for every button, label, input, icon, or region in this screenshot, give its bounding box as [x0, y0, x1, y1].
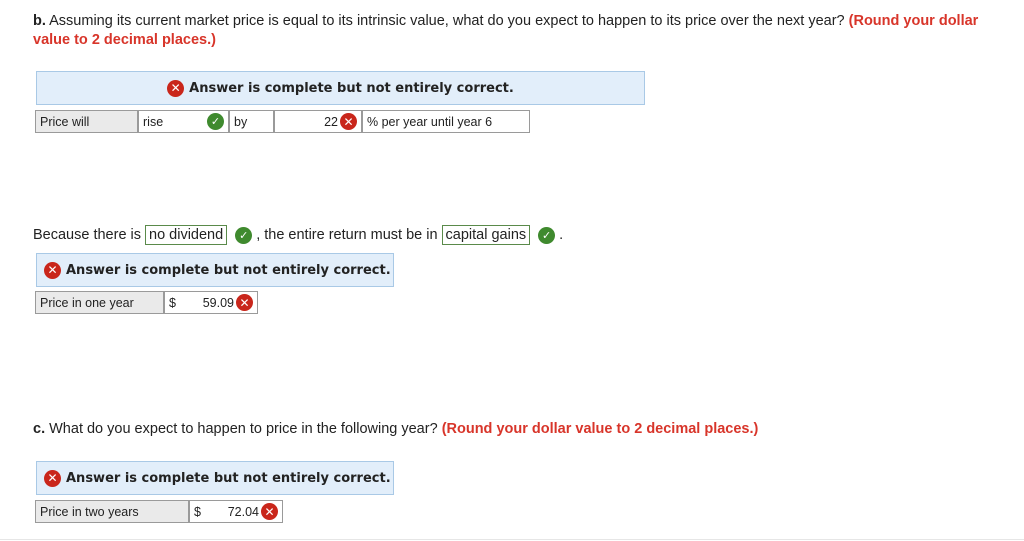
x-circle-icon: ✕: [167, 79, 185, 97]
explanation-sentence: Because there is no dividend ✓ , the ent…: [33, 225, 563, 245]
feedback-text: Answer is complete but not entirely corr…: [66, 262, 391, 278]
feedback-text: Answer is complete but not entirely corr…: [189, 80, 514, 96]
check-circle-icon: ✓: [235, 226, 253, 244]
x-circle-icon: ✕: [261, 503, 278, 520]
price-value: 72.04: [227, 504, 259, 519]
direction-value: rise: [143, 114, 164, 129]
part-b-question: b. Assuming its current market price is …: [33, 12, 993, 50]
feedback-banner: ✕ Answer is complete but not entirely co…: [36, 71, 645, 105]
currency-symbol: $: [194, 504, 201, 519]
answer-row-price-change: Price will rise ✓ by 22 ✕ % per year unt…: [35, 110, 530, 133]
x-circle-icon: ✕: [236, 294, 253, 311]
price-input[interactable]: $ 59.09 ✕: [164, 291, 258, 314]
by-label: by: [229, 110, 274, 133]
check-circle-icon: ✓: [207, 113, 224, 130]
part-c-hint: (Round your dollar value to 2 decimal pl…: [441, 421, 759, 437]
part-b-label: b.: [33, 13, 46, 29]
percent-input[interactable]: 22 ✕: [274, 110, 362, 133]
row-label: Price in one year: [35, 291, 164, 314]
feedback-text: Answer is complete but not entirely corr…: [66, 470, 391, 486]
x-circle-icon: ✕: [44, 261, 61, 279]
sentence-middle: , the entire return must be in: [256, 227, 438, 243]
answer-row-price-one-year: Price in one year $ 59.09 ✕: [35, 291, 258, 314]
return-type-select[interactable]: capital gains: [441, 225, 531, 245]
answer-row-price-two-years: Price in two years $ 72.04 ✕: [35, 500, 283, 523]
feedback-banner: ✕ Answer is complete but not entirely co…: [36, 253, 394, 287]
sentence-prefix: Because there is: [33, 227, 142, 243]
row-label: Price in two years: [35, 500, 189, 523]
price-value: 59.09: [202, 295, 234, 310]
feedback-banner: ✕ Answer is complete but not entirely co…: [36, 461, 394, 495]
part-b-text: Assuming its current market price is equ…: [49, 13, 845, 29]
part-c-text: What do you expect to happen to price in…: [49, 421, 438, 437]
part-c-label: c.: [33, 421, 46, 437]
bottom-divider: [0, 539, 1024, 540]
part-c-question: c. What do you expect to happen to price…: [33, 420, 993, 439]
sentence-end: .: [559, 227, 564, 243]
dividend-select[interactable]: no dividend: [145, 225, 228, 245]
x-circle-icon: ✕: [44, 469, 61, 487]
percent-suffix: % per year until year 6: [362, 110, 530, 133]
check-circle-icon: ✓: [538, 226, 556, 244]
direction-select[interactable]: rise ✓: [138, 110, 229, 133]
currency-symbol: $: [169, 295, 176, 310]
x-circle-icon: ✕: [340, 113, 357, 130]
price-input[interactable]: $ 72.04 ✕: [189, 500, 283, 523]
row-label: Price will: [35, 110, 138, 133]
percent-value: 22: [324, 114, 338, 129]
